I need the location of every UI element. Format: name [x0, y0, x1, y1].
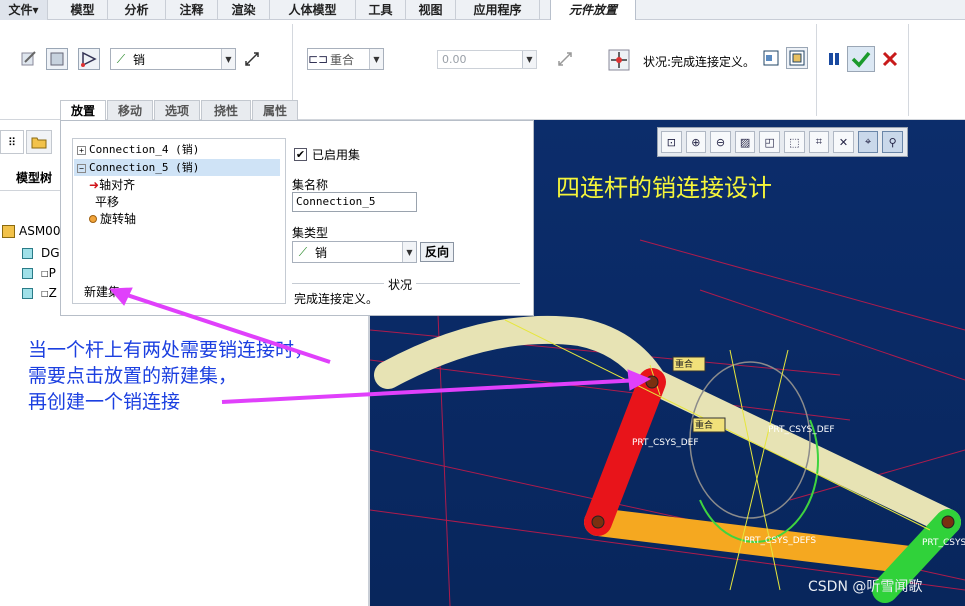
- annotation-arrows: [108, 287, 652, 404]
